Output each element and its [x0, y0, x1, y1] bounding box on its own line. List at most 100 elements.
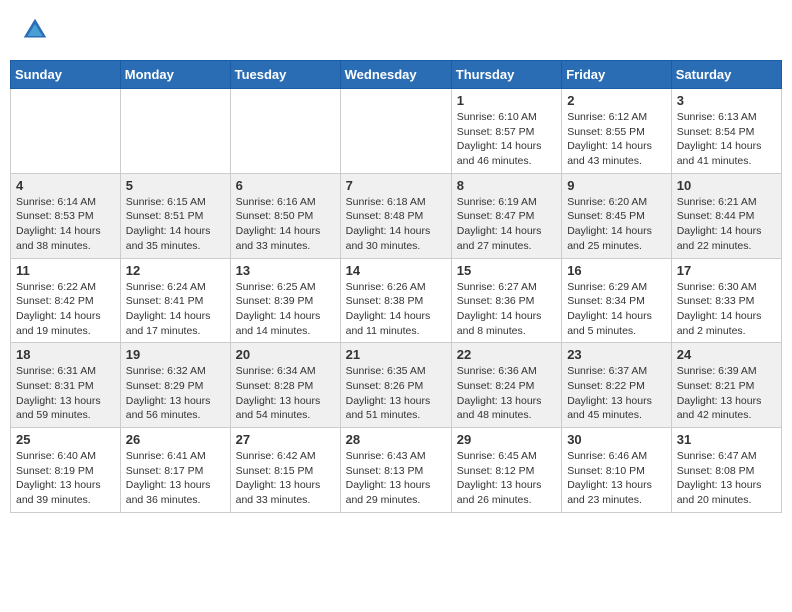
day-number: 29 — [457, 432, 556, 447]
day-number: 1 — [457, 93, 556, 108]
day-number: 17 — [677, 263, 776, 278]
day-info: Sunrise: 6:40 AM Sunset: 8:19 PM Dayligh… — [16, 449, 115, 508]
calendar-cell: 12 Sunrise: 6:24 AM Sunset: 8:41 PM Dayli… — [120, 258, 230, 343]
day-info: Sunrise: 6:30 AM Sunset: 8:33 PM Dayligh… — [677, 280, 776, 339]
column-header-thursday: Thursday — [451, 61, 561, 89]
day-number: 16 — [567, 263, 666, 278]
day-info: Sunrise: 6:32 AM Sunset: 8:29 PM Dayligh… — [126, 364, 225, 423]
day-info: Sunrise: 6:22 AM Sunset: 8:42 PM Dayligh… — [16, 280, 115, 339]
calendar-cell: 10Sunrise: 6:21 AM Sunset: 8:44 PM Dayli… — [671, 173, 781, 258]
calendar-cell: 9 Sunrise: 6:20 AM Sunset: 8:45 PM Daylig… — [562, 173, 672, 258]
calendar: SundayMondayTuesdayWednesdayThursdayFrid… — [10, 60, 782, 513]
calendar-cell: 1 Sunrise: 6:10 AM Sunset: 8:57 PM Daylig… — [451, 89, 561, 174]
day-number: 31 — [677, 432, 776, 447]
week-row-4: 18Sunrise: 6:31 AM Sunset: 8:31 PM Dayli… — [11, 343, 782, 428]
day-number: 27 — [236, 432, 335, 447]
day-info: Sunrise: 6:12 AM Sunset: 8:55 PM Dayligh… — [567, 110, 666, 169]
calendar-cell: 19 Sunrise: 6:32 AM Sunset: 8:29 PM Dayli… — [120, 343, 230, 428]
calendar-cell: 21 Sunrise: 6:35 AM Sunset: 8:26 PM Dayli… — [340, 343, 451, 428]
calendar-cell: 25 Sunrise: 6:40 AM Sunset: 8:19 PM Dayli… — [11, 428, 121, 513]
calendar-cell: 24 Sunrise: 6:39 AM Sunset: 8:21 PM Dayli… — [671, 343, 781, 428]
calendar-cell: 18Sunrise: 6:31 AM Sunset: 8:31 PM Dayli… — [11, 343, 121, 428]
calendar-cell: 31Sunrise: 6:47 AM Sunset: 8:08 PM Dayli… — [671, 428, 781, 513]
day-number: 14 — [346, 263, 446, 278]
day-number: 5 — [126, 178, 225, 193]
day-number: 2 — [567, 93, 666, 108]
day-info: Sunrise: 6:42 AM Sunset: 8:15 PM Dayligh… — [236, 449, 335, 508]
calendar-cell: 8Sunrise: 6:19 AM Sunset: 8:47 PM Daylig… — [451, 173, 561, 258]
day-info: Sunrise: 6:10 AM Sunset: 8:57 PM Dayligh… — [457, 110, 556, 169]
day-number: 23 — [567, 347, 666, 362]
calendar-cell: 30Sunrise: 6:46 AM Sunset: 8:10 PM Dayli… — [562, 428, 672, 513]
logo — [20, 15, 54, 45]
day-number: 4 — [16, 178, 115, 193]
day-info: Sunrise: 6:34 AM Sunset: 8:28 PM Dayligh… — [236, 364, 335, 423]
calendar-cell — [120, 89, 230, 174]
day-number: 25 — [16, 432, 115, 447]
day-number: 19 — [126, 347, 225, 362]
day-info: Sunrise: 6:35 AM Sunset: 8:26 PM Dayligh… — [346, 364, 446, 423]
week-row-3: 11 Sunrise: 6:22 AM Sunset: 8:42 PM Dayli… — [11, 258, 782, 343]
day-number: 30 — [567, 432, 666, 447]
day-info: Sunrise: 6:39 AM Sunset: 8:21 PM Dayligh… — [677, 364, 776, 423]
day-info: Sunrise: 6:45 AM Sunset: 8:12 PM Dayligh… — [457, 449, 556, 508]
day-info: Sunrise: 6:29 AM Sunset: 8:34 PM Dayligh… — [567, 280, 666, 339]
column-header-friday: Friday — [562, 61, 672, 89]
day-number: 18 — [16, 347, 115, 362]
day-number: 7 — [346, 178, 446, 193]
calendar-cell: 26 Sunrise: 6:41 AM Sunset: 8:17 PM Dayli… — [120, 428, 230, 513]
day-number: 9 — [567, 178, 666, 193]
calendar-cell: 3Sunrise: 6:13 AM Sunset: 8:54 PM Daylig… — [671, 89, 781, 174]
day-info: Sunrise: 6:26 AM Sunset: 8:38 PM Dayligh… — [346, 280, 446, 339]
day-number: 11 — [16, 263, 115, 278]
header — [10, 10, 782, 50]
calendar-cell: 5 Sunrise: 6:15 AM Sunset: 8:51 PM Daylig… — [120, 173, 230, 258]
week-row-2: 4 Sunrise: 6:14 AM Sunset: 8:53 PM Daylig… — [11, 173, 782, 258]
calendar-header-row: SundayMondayTuesdayWednesdayThursdayFrid… — [11, 61, 782, 89]
calendar-cell — [11, 89, 121, 174]
day-info: Sunrise: 6:36 AM Sunset: 8:24 PM Dayligh… — [457, 364, 556, 423]
day-number: 21 — [346, 347, 446, 362]
calendar-cell: 20 Sunrise: 6:34 AM Sunset: 8:28 PM Dayli… — [230, 343, 340, 428]
calendar-cell: 29 Sunrise: 6:45 AM Sunset: 8:12 PM Dayli… — [451, 428, 561, 513]
day-info: Sunrise: 6:43 AM Sunset: 8:13 PM Dayligh… — [346, 449, 446, 508]
column-header-sunday: Sunday — [11, 61, 121, 89]
column-header-monday: Monday — [120, 61, 230, 89]
week-row-1: 1 Sunrise: 6:10 AM Sunset: 8:57 PM Daylig… — [11, 89, 782, 174]
day-info: Sunrise: 6:41 AM Sunset: 8:17 PM Dayligh… — [126, 449, 225, 508]
calendar-cell: 15 Sunrise: 6:27 AM Sunset: 8:36 PM Dayli… — [451, 258, 561, 343]
day-number: 6 — [236, 178, 335, 193]
day-number: 10 — [677, 178, 776, 193]
day-info: Sunrise: 6:18 AM Sunset: 8:48 PM Dayligh… — [346, 195, 446, 254]
calendar-cell: 6Sunrise: 6:16 AM Sunset: 8:50 PM Daylig… — [230, 173, 340, 258]
calendar-cell: 14 Sunrise: 6:26 AM Sunset: 8:38 PM Dayli… — [340, 258, 451, 343]
calendar-cell — [340, 89, 451, 174]
day-number: 15 — [457, 263, 556, 278]
calendar-cell: 22Sunrise: 6:36 AM Sunset: 8:24 PM Dayli… — [451, 343, 561, 428]
day-number: 13 — [236, 263, 335, 278]
calendar-cell: 27 Sunrise: 6:42 AM Sunset: 8:15 PM Dayli… — [230, 428, 340, 513]
calendar-cell: 11 Sunrise: 6:22 AM Sunset: 8:42 PM Dayli… — [11, 258, 121, 343]
day-number: 3 — [677, 93, 776, 108]
calendar-cell: 28 Sunrise: 6:43 AM Sunset: 8:13 PM Dayli… — [340, 428, 451, 513]
day-info: Sunrise: 6:20 AM Sunset: 8:45 PM Dayligh… — [567, 195, 666, 254]
calendar-cell: 23Sunrise: 6:37 AM Sunset: 8:22 PM Dayli… — [562, 343, 672, 428]
calendar-cell: 7 Sunrise: 6:18 AM Sunset: 8:48 PM Daylig… — [340, 173, 451, 258]
column-header-saturday: Saturday — [671, 61, 781, 89]
calendar-cell: 17 Sunrise: 6:30 AM Sunset: 8:33 PM Dayli… — [671, 258, 781, 343]
day-number: 28 — [346, 432, 446, 447]
day-number: 20 — [236, 347, 335, 362]
day-info: Sunrise: 6:25 AM Sunset: 8:39 PM Dayligh… — [236, 280, 335, 339]
day-info: Sunrise: 6:27 AM Sunset: 8:36 PM Dayligh… — [457, 280, 556, 339]
calendar-cell: 2 Sunrise: 6:12 AM Sunset: 8:55 PM Daylig… — [562, 89, 672, 174]
day-number: 12 — [126, 263, 225, 278]
day-number: 26 — [126, 432, 225, 447]
day-info: Sunrise: 6:24 AM Sunset: 8:41 PM Dayligh… — [126, 280, 225, 339]
calendar-cell: 13 Sunrise: 6:25 AM Sunset: 8:39 PM Dayli… — [230, 258, 340, 343]
day-info: Sunrise: 6:14 AM Sunset: 8:53 PM Dayligh… — [16, 195, 115, 254]
day-info: Sunrise: 6:15 AM Sunset: 8:51 PM Dayligh… — [126, 195, 225, 254]
week-row-5: 25 Sunrise: 6:40 AM Sunset: 8:19 PM Dayli… — [11, 428, 782, 513]
day-number: 8 — [457, 178, 556, 193]
calendar-cell — [230, 89, 340, 174]
day-number: 24 — [677, 347, 776, 362]
